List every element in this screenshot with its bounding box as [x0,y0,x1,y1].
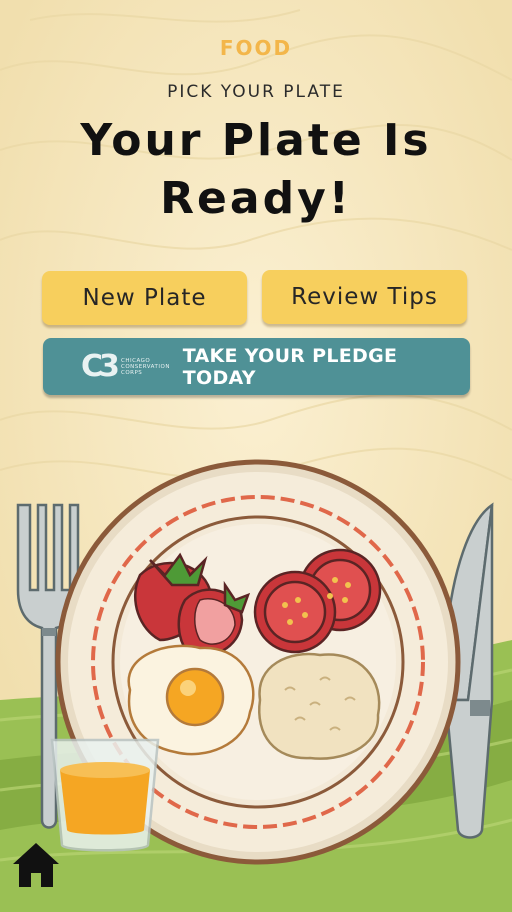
home-icon[interactable] [10,840,62,890]
new-plate-label: New Plate [82,285,207,311]
review-tips-button[interactable]: Review Tips [262,270,467,324]
review-tips-label: Review Tips [291,284,438,310]
fried-egg-illustration [127,644,255,756]
rice-illustration [258,652,381,760]
c3-logo: C3 CHICAGO CONSERVATION CORPS [81,349,171,385]
take-pledge-button[interactable]: C3 CHICAGO CONSERVATION CORPS TAKE YOUR … [43,338,470,395]
c3-logo-mark: C3 [81,348,120,384]
page-title: Your Plate Is Ready! [80,115,432,224]
take-pledge-label: TAKE YOUR PLEDGE TODAY [182,344,398,389]
page-subtitle: PICK YOUR PLATE [167,82,345,102]
category-label: FOOD [219,36,293,60]
new-plate-button[interactable]: New Plate [42,271,247,325]
c3-logo-text: CHICAGO CONSERVATION CORPS [121,357,170,376]
juice-glass-illustration [50,738,160,852]
